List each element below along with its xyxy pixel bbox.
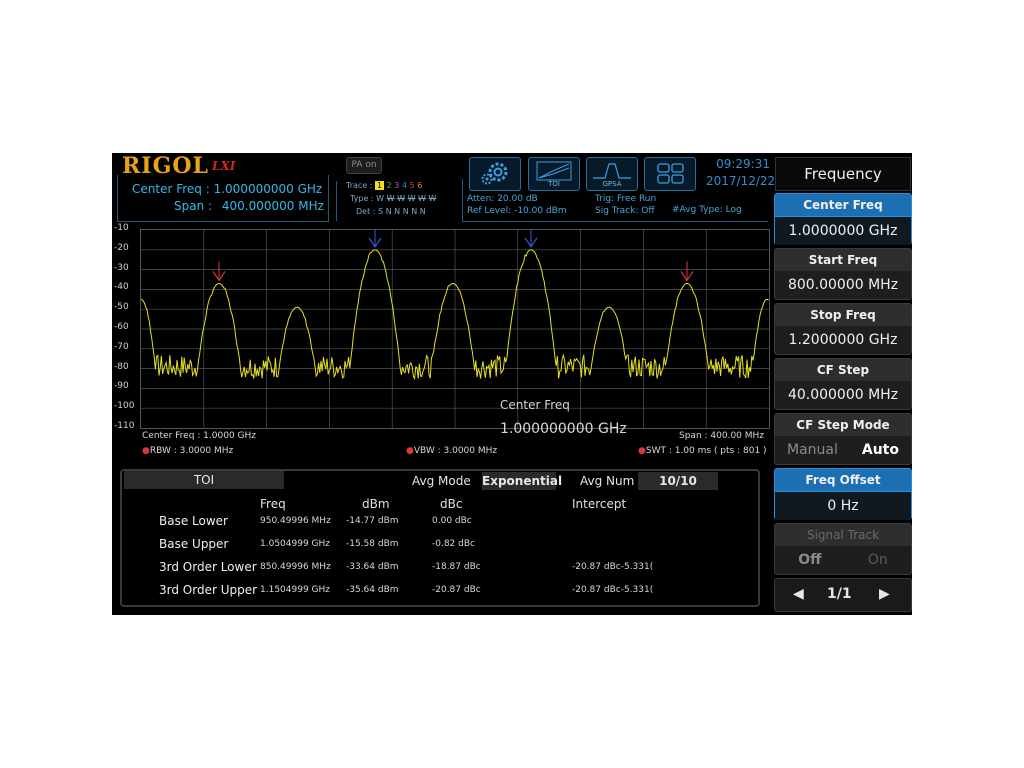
y-tick-label: -90 [114, 381, 129, 392]
trace-status[interactable]: Trace : 1 2 3 4 5 6 Type : W W W W W W D… [336, 181, 454, 221]
cf-step-softkey[interactable]: CF Step 40.000000 MHz [774, 358, 912, 410]
avg-mode-value[interactable]: Exponential [482, 472, 562, 490]
page-indicator: 1/1 [827, 586, 852, 602]
lxi-logo: LXI [212, 159, 236, 173]
gpsa-tool-button[interactable]: GPSA [586, 157, 638, 191]
y-tick-label: -50 [114, 302, 129, 313]
y-tick-label: -40 [114, 282, 129, 293]
menu-pager: ◀ 1/1 ▶ [774, 578, 912, 612]
trace-row: Trace : 1 2 3 4 5 6 [346, 181, 423, 190]
rbw-dot-icon: ● [142, 446, 150, 456]
y-tick-label: -100 [114, 401, 135, 412]
y-tick-label: -30 [114, 262, 129, 273]
start-freq-softkey[interactable]: Start Freq 800.00000 MHz [774, 248, 912, 300]
signal-track-softkey[interactable]: Signal Track Off On [774, 523, 912, 575]
avg-num-value[interactable]: 10/10 [638, 472, 718, 490]
grid-layout-icon [657, 163, 684, 184]
col-freq: Freq [260, 497, 286, 511]
header-span[interactable]: Span : 400.000000 MHz [174, 199, 324, 213]
swt-dot-icon: ● [638, 446, 646, 456]
type-row: Type : W W W W W W [350, 194, 437, 203]
toi-tool-button[interactable]: TOI [528, 157, 580, 191]
det-row: Det : S N N N N N [356, 207, 426, 216]
page-prev-icon[interactable]: ◀ [793, 586, 804, 602]
marker-value: 1.000000000 GHz [500, 421, 627, 437]
y-tick-label: -80 [114, 361, 129, 372]
cf-step-mode-softkey[interactable]: CF Step Mode Manual Auto [774, 413, 912, 465]
signal-track-on[interactable]: On [868, 546, 888, 574]
y-tick-label: -20 [114, 242, 129, 253]
y-tick-label: -60 [114, 322, 129, 332]
center-freq-softkey[interactable]: Center Freq 1.0000000 GHz [774, 193, 912, 245]
pa-on-indicator[interactable]: PA on [346, 157, 382, 174]
cf-step-mode-manual[interactable]: Manual [787, 436, 838, 464]
col-intercept: Intercept [572, 497, 627, 511]
menu-title: Frequency [775, 157, 911, 191]
page-next-icon[interactable]: ▶ [879, 586, 890, 602]
signal-track-off[interactable]: Off [798, 546, 821, 574]
footer-center-freq[interactable]: Center Freq : 1.0000 GHz [142, 431, 256, 441]
stop-freq-softkey[interactable]: Stop Freq 1.2000000 GHz [774, 303, 912, 355]
vbw-dot-icon: ● [406, 446, 414, 456]
layout-tool-button[interactable] [644, 157, 696, 191]
y-tick-label: -70 [114, 341, 129, 352]
header-center-freq[interactable]: Center Freq : 1.000000000 GHz [132, 182, 322, 196]
settings-button[interactable] [469, 157, 521, 191]
footer-vbw[interactable]: ●VBW : 3.0000 MHz [406, 446, 497, 456]
footer-span[interactable]: Span : 400.00 MHz [679, 431, 764, 441]
gear-icon [481, 162, 508, 185]
avg-num-label: Avg Num [580, 474, 635, 488]
y-tick-label: -110 [114, 421, 135, 431]
peak-markers [212, 230, 694, 282]
col-dbc: dBc [440, 497, 463, 511]
footer-swt[interactable]: ●SWT : 1.00 ms ( pts : 801 ) [638, 446, 767, 456]
analyzer-screen: RIGOL LXI PA on Center Freq : 1.00000000… [112, 153, 912, 615]
spectrum-plot[interactable] [140, 229, 770, 429]
cf-step-mode-auto[interactable]: Auto [862, 436, 899, 464]
clock-date: 2017/12/22 [706, 174, 776, 188]
avg-mode-label: Avg Mode [412, 474, 471, 488]
toi-tab[interactable]: TOI [124, 471, 284, 489]
freq-offset-softkey[interactable]: Freq Offset 0 Hz [774, 468, 912, 520]
footer-rbw[interactable]: ●RBW : 3.0000 MHz [142, 446, 233, 456]
marker-label: Center Freq [500, 398, 570, 412]
y-tick-label: -10 [114, 223, 129, 233]
col-dbm: dBm [362, 497, 390, 511]
clock-time: 09:29:31 [716, 157, 770, 171]
